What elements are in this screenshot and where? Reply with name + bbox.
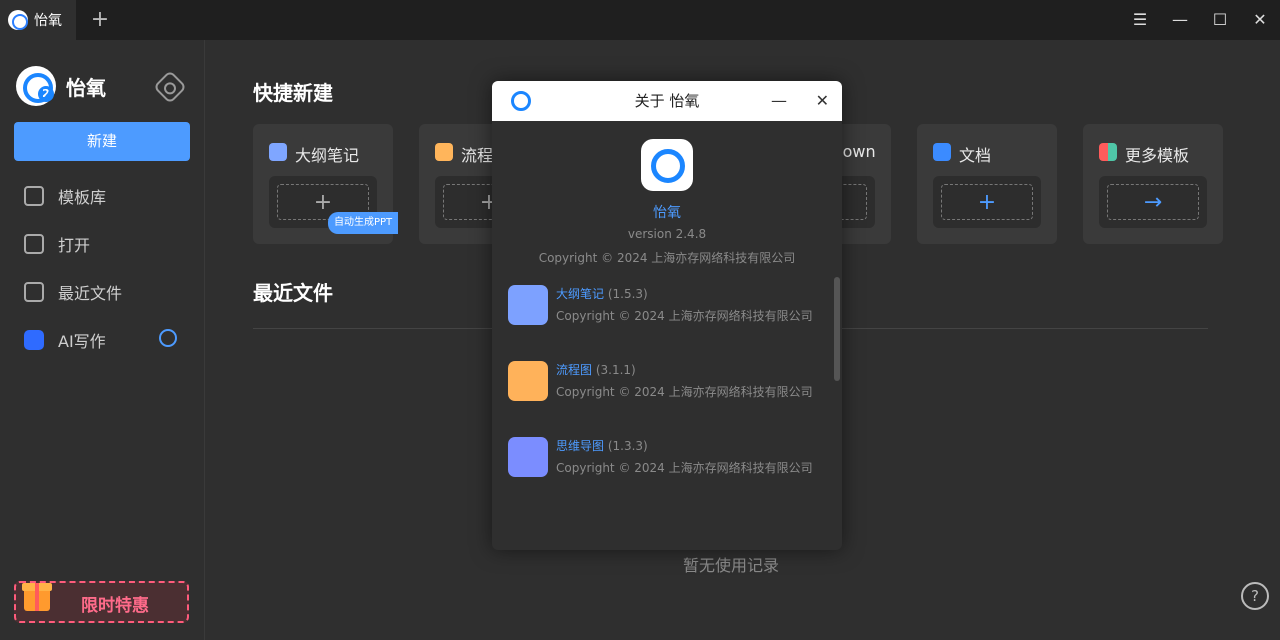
app-logo-icon [8,10,28,30]
minimize-button[interactable]: — [1170,10,1190,30]
flowchart-icon [435,143,453,161]
templates-icon [1099,143,1117,161]
card-more-templates[interactable]: 更多模板 → [1083,124,1223,244]
subapp-flowchart: 流程图 (3.1.1) Copyright © 2024 上海亦存网络科技有限公… [508,361,813,401]
sidebar-item-label: 打开 [58,236,91,255]
sidebar-item-ai-writing[interactable]: AI写作 [24,328,106,352]
folder-icon [24,234,44,254]
tab-title: 怡氧 [34,13,62,29]
scrollbar[interactable] [834,277,840,381]
subapp-copyright: Copyright © 2024 上海亦存网络科技有限公司 [556,461,813,475]
flowchart-icon [508,361,548,401]
file-list-icon [24,282,44,302]
subapp-copyright: Copyright © 2024 上海亦存网络科技有限公司 [556,385,813,399]
pen-icon [508,285,548,325]
card-label: 更多模板 [1125,146,1190,165]
subapp-mindmap: 思维导图 (1.3.3) Copyright © 2024 上海亦存网络科技有限… [508,437,813,477]
card-document[interactable]: 文档 + [917,124,1057,244]
plus-icon: + [941,184,1033,220]
app-logo-icon [641,139,693,191]
sidebar-item-recent[interactable]: 最近文件 [24,280,122,304]
recent-files-title: 最近文件 [253,281,333,305]
app-name: 怡氧 [653,205,681,221]
dialog-title: 关于 怡氧 [634,92,700,110]
new-button[interactable]: 新建 [14,122,190,161]
sidebar-item-templates[interactable]: 模板库 [24,184,106,208]
auto-ppt-badge[interactable]: 自动生成PPT [328,212,399,234]
subapp-version: (1.5.3) [607,287,648,301]
card-label: 大纲笔记 [295,146,360,165]
brand: 2 怡氧 [16,66,106,106]
dialog-close-button[interactable]: ✕ [816,81,829,121]
menu-icon[interactable]: ☰ [1130,10,1150,30]
app-tab[interactable]: 怡氧 [0,0,76,40]
settings-icon[interactable] [153,70,187,104]
subapp-name: 大纲笔记 [556,287,605,301]
app-copyright: Copyright © 2024 上海亦存网络科技有限公司 [538,251,796,265]
promo-label: 限时特惠 [81,596,149,616]
subapp-version: (3.1.1) [595,363,636,377]
empty-state-text: 暂无使用记录 [683,556,780,575]
sidebar-item-label: 最近文件 [58,284,123,303]
app-version: version 2.4.8 [627,227,707,241]
arrow-right-icon: → [1107,184,1199,220]
dialog-header: 关于 怡氧 — ✕ [492,81,842,121]
sidebar-item-open[interactable]: 打开 [24,232,90,256]
quick-create-title: 快捷新建 [253,81,333,105]
new-tab-button[interactable]: + [90,9,110,31]
brand-name: 怡氧 [66,75,106,100]
mindmap-icon [508,437,548,477]
ai-bot-icon [24,330,44,350]
subapp-name: 流程图 [556,363,593,377]
subapp-version: (1.3.3) [607,439,648,453]
subapp-outline-notes: 大纲笔记 (1.5.3) Copyright © 2024 上海亦存网络科技有限… [508,285,813,325]
brand-logo-icon: 2 [16,66,56,106]
dialog-minimize-button[interactable]: — [771,81,787,121]
pen-icon [269,143,287,161]
close-button[interactable]: ✕ [1250,10,1270,30]
grid-icon [24,186,44,206]
card-label: 文档 [959,146,992,165]
word-doc-icon [933,143,951,161]
subapp-copyright: Copyright © 2024 上海亦存网络科技有限公司 [556,309,813,323]
download-icon[interactable] [159,329,177,347]
about-dialog: 关于 怡氧 — ✕ 怡氧 version 2.4.8 Copyright © 2… [492,81,842,550]
help-icon[interactable]: ? [1241,582,1269,610]
maximize-button[interactable]: ☐ [1210,10,1230,30]
create-button[interactable]: + [933,176,1041,228]
sidebar: 2 怡氧 新建 模板库 打开 最近文件 AI写作 限时特惠 [0,40,205,640]
sidebar-item-label: AI写作 [58,332,106,351]
gift-icon [22,583,52,611]
subapp-name: 思维导图 [556,439,605,453]
sidebar-item-label: 模板库 [58,188,107,207]
title-bar: 怡氧 + ☰ — ☐ ✕ [0,0,1280,40]
more-button[interactable]: → [1099,176,1207,228]
